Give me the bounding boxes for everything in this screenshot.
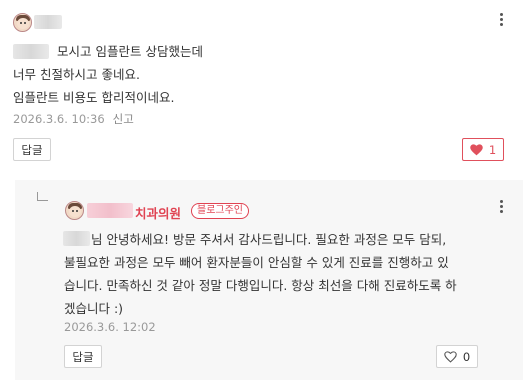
author-name-redacted[interactable]: [34, 15, 62, 29]
mentioned-name-redacted: [13, 44, 49, 59]
reply-reply-button[interactable]: 답글: [64, 345, 102, 368]
reply-comment: 치과의원 블로그주인 님 안녕하세요! 방문 주셔서 감사드립니다. 필요한 과…: [15, 180, 523, 380]
report-link[interactable]: 신고: [113, 112, 134, 126]
comment-text-line3: 임플란트 비용도 합리적이네요.: [13, 90, 175, 105]
reply-text-line3: 습니다. 만족하신 것 같아 정말 다행입니다. 항상 최선을 다해 진료하도록…: [64, 278, 457, 293]
owner-badge: 블로그주인: [191, 203, 249, 219]
comment-meta: 2026.3.6. 10:36 신고: [13, 111, 134, 127]
more-options-icon[interactable]: [499, 13, 503, 26]
reply-more-options-icon[interactable]: [499, 200, 503, 213]
reply-like-button[interactable]: 0: [436, 345, 478, 368]
reply-text-line4: 겠습니다 :): [64, 301, 124, 316]
reply-author-name[interactable]: 치과의원: [135, 203, 181, 222]
like-count: 1: [488, 142, 497, 157]
reply-like-count: 0: [462, 349, 471, 364]
heart-outline-icon: [444, 350, 457, 363]
reply-avatar[interactable]: [65, 201, 84, 220]
reply-text-line1: 님 안녕하세요! 방문 주셔서 감사드립니다. 필요한 과정은 모두 담되,: [91, 232, 447, 247]
reply-mention-redacted: [63, 231, 90, 246]
comment-text-line2: 너무 친절하시고 좋네요.: [13, 67, 140, 82]
comment-text-line1: 모시고 임플란트 상담했는데: [57, 44, 203, 59]
comment-timestamp: 2026.3.6. 10:36: [13, 112, 105, 126]
avatar[interactable]: [13, 13, 32, 32]
heart-icon: [470, 143, 483, 155]
reply-button[interactable]: 답글: [13, 138, 51, 161]
clinic-name-redacted[interactable]: [87, 203, 133, 218]
reply-timestamp: 2026.3.6. 12:02: [64, 320, 156, 334]
reply-arrow-icon: [37, 192, 48, 201]
like-button[interactable]: 1: [462, 138, 504, 161]
comment: 모시고 임플란트 상담했는데 너무 친절하시고 좋네요. 임플란트 비용도 합리…: [0, 0, 523, 175]
reply-text-line2: 불필요한 과정은 모두 빼어 환자분들이 안심할 수 있게 진료를 진행하고 있: [64, 255, 449, 270]
